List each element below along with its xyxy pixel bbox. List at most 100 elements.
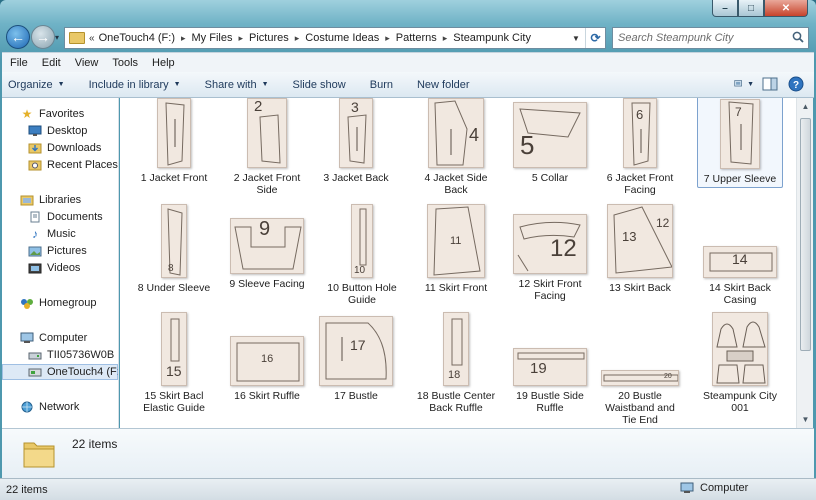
file-item[interactable]: 4 4 Jacket Side Back	[413, 98, 499, 196]
search-icon[interactable]	[792, 31, 804, 43]
nav-computer[interactable]: Computer	[20, 330, 87, 346]
address-dropdown-icon[interactable]: ▼	[569, 28, 583, 48]
file-item[interactable]: 1 Jacket Front	[131, 98, 217, 184]
file-item[interactable]: 7 7 Upper Sleeve	[697, 98, 783, 188]
breadcrumb-separator-icon[interactable]: ▸	[181, 33, 186, 44]
nav-favorites[interactable]: ★ Favorites	[20, 106, 85, 122]
minimize-button[interactable]: –	[712, 0, 738, 17]
breadcrumb-item[interactable]: My Files	[192, 32, 233, 44]
file-item[interactable]: 17 17 Bustle	[313, 312, 399, 402]
nav-network[interactable]: Network	[20, 399, 79, 415]
file-item[interactable]: 11 11 Skirt Front	[413, 204, 499, 294]
file-item[interactable]: 2 2 Jacket Front Side	[224, 98, 310, 196]
breadcrumb-separator-icon[interactable]: ▸	[295, 33, 300, 44]
breadcrumb-item[interactable]: Costume Ideas	[305, 32, 379, 44]
nav-pictures[interactable]: Pictures	[28, 243, 87, 259]
nav-label: Favorites	[39, 108, 85, 120]
pattern-number: 10	[354, 265, 366, 276]
menu-file[interactable]: File	[10, 57, 28, 69]
nav-documents[interactable]: Documents	[28, 209, 103, 225]
vertical-scrollbar[interactable]: ▲ ▼	[796, 98, 813, 428]
homegroup-icon	[20, 297, 34, 309]
music-icon: ♪	[32, 227, 38, 241]
menu-view[interactable]: View	[75, 57, 99, 69]
menu-tools[interactable]: Tools	[112, 57, 138, 69]
nav-libraries[interactable]: Libraries	[20, 192, 81, 208]
file-item[interactable]: 18 18 Bustle Center Back Ruffle	[413, 312, 499, 414]
close-button[interactable]: ✕	[764, 0, 808, 17]
file-name: 9 Sleeve Facing	[229, 278, 305, 290]
file-item[interactable]: 10 10 Button Hole Guide	[319, 204, 405, 306]
breadcrumb-item[interactable]: OneTouch4 (F:)	[99, 32, 175, 44]
help-button[interactable]: ?	[786, 76, 806, 92]
file-item[interactable]: 6 6 Jacket Front Facing	[597, 98, 683, 196]
search-box[interactable]	[612, 27, 809, 49]
file-item[interactable]: 16 16 Skirt Ruffle	[224, 312, 310, 402]
nav-drive-f[interactable]: OneTouch4 (F:)	[2, 364, 118, 380]
burn-button[interactable]: Burn	[370, 79, 393, 91]
breadcrumb-separator-icon[interactable]: ▸	[385, 33, 390, 44]
breadcrumb-overflow[interactable]: «	[89, 33, 95, 44]
address-bar[interactable]: « OneTouch4 (F:) ▸ My Files ▸ Pictures ▸ Co…	[64, 27, 606, 49]
file-name: 5 Collar	[531, 172, 569, 184]
forward-button[interactable]: →	[31, 25, 55, 49]
back-arrow-icon: ←	[11, 29, 25, 45]
breadcrumb-item[interactable]: Patterns	[396, 32, 437, 44]
file-item[interactable]: 8 8 Under Sleeve	[131, 204, 217, 294]
file-name: 1 Jacket Front	[140, 172, 208, 184]
file-item[interactable]: 20 20 Bustle Waistband and Tie End	[597, 312, 683, 426]
breadcrumb-separator-icon[interactable]: ▸	[443, 33, 448, 44]
menu-edit[interactable]: Edit	[42, 57, 61, 69]
preview-pane-icon	[762, 77, 778, 91]
nav-downloads[interactable]: Downloads	[28, 140, 101, 156]
scroll-up-icon[interactable]: ▲	[797, 98, 814, 115]
nav-drive-c[interactable]: TII05736W0B (C	[28, 347, 118, 363]
file-thumbnail: 5	[513, 102, 587, 168]
recent-pages-dropdown[interactable]: ▾	[55, 33, 59, 42]
refresh-icon[interactable]: ⟳	[585, 28, 605, 48]
nav-label: Recent Places	[47, 159, 118, 171]
breadcrumb-separator-icon[interactable]: ▸	[238, 33, 243, 44]
scroll-down-icon[interactable]: ▼	[797, 411, 814, 428]
organize-button[interactable]: Organize ▼	[8, 79, 65, 91]
file-item[interactable]: 19 19 Bustle Side Ruffle	[507, 312, 593, 414]
breadcrumb-item[interactable]: Steampunk City	[453, 32, 531, 44]
share-with-button[interactable]: Share with ▼	[205, 79, 269, 91]
nav-homegroup[interactable]: Homegroup	[20, 295, 96, 311]
folder-icon	[23, 442, 55, 468]
scrollbar-thumb[interactable]	[800, 118, 811, 351]
breadcrumb-item[interactable]: Pictures	[249, 32, 289, 44]
search-input[interactable]	[618, 29, 788, 47]
pattern-number: 9	[259, 218, 271, 240]
file-item[interactable]: 15 15 Skirt Bacl Elastic Guide	[131, 312, 217, 414]
file-item[interactable]: Steampunk City 001	[697, 312, 783, 414]
pattern-number: 13	[622, 229, 637, 244]
file-item[interactable]: 9 9 Sleeve Facing	[224, 204, 310, 290]
file-item[interactable]: 13 12 13 Skirt Back	[597, 204, 683, 294]
nav-videos[interactable]: Videos	[28, 260, 80, 276]
file-thumbnail: 15	[161, 312, 187, 386]
change-view-button[interactable]: ▼	[734, 76, 754, 92]
file-item[interactable]: 3 3 Jacket Back	[313, 98, 399, 184]
explorer-window: – □ ✕ ← → ▾ « OneTouch4 (F:) ▸ My Files ▸ …	[0, 0, 816, 500]
back-button[interactable]: ←	[6, 25, 30, 49]
nav-recent-places[interactable]: Recent Places	[28, 157, 118, 173]
documents-icon	[28, 211, 42, 223]
nav-label: Desktop	[47, 125, 88, 137]
new-folder-button[interactable]: New folder	[417, 79, 470, 91]
slide-show-button[interactable]: Slide show	[293, 79, 346, 91]
menu-help[interactable]: Help	[152, 57, 175, 69]
nav-music[interactable]: ♪ Music	[28, 226, 76, 242]
preview-pane-button[interactable]	[760, 76, 780, 92]
pattern-number: 18	[448, 369, 461, 381]
caption-buttons: – □ ✕	[712, 0, 808, 17]
nav-desktop[interactable]: Desktop	[28, 123, 87, 139]
breadcrumb: OneTouch4 (F:) ▸ My Files ▸ Pictures ▸ Cost…	[99, 32, 531, 44]
file-thumbnail: 11	[427, 204, 485, 278]
file-item[interactable]: 12 12 Skirt Front Facing	[507, 204, 593, 302]
maximize-button[interactable]: □	[738, 0, 764, 17]
file-item[interactable]: 14 14 Skirt Back Casing	[697, 204, 783, 306]
file-item[interactable]: 5 5 Collar	[507, 98, 593, 184]
include-in-library-button[interactable]: Include in library ▼	[89, 79, 181, 91]
file-thumbnail	[157, 98, 191, 168]
